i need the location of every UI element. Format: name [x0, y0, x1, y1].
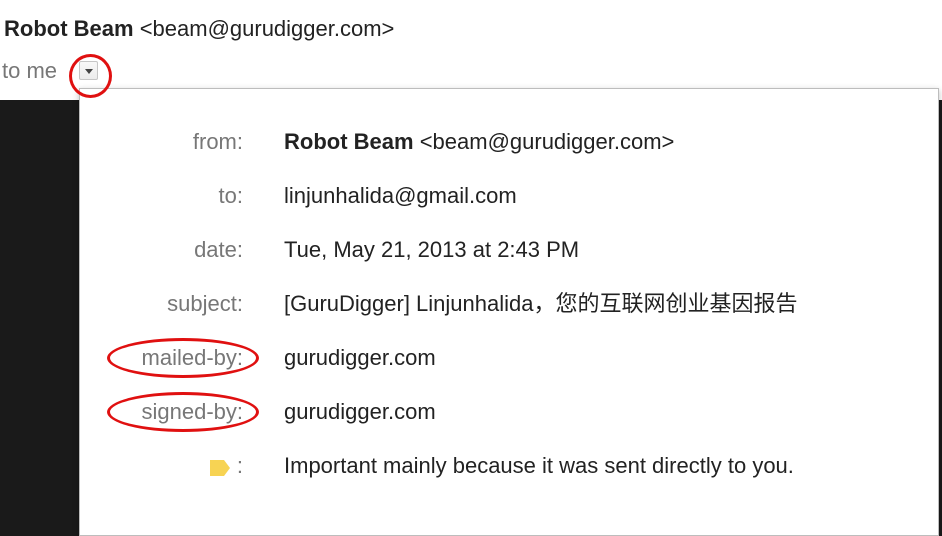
from-value: Robot Beam <beam@gurudigger.com> — [284, 127, 674, 157]
sender-line: Robot Beam <beam@gurudigger.com> — [4, 16, 394, 42]
date-value: Tue, May 21, 2013 at 2:43 PM — [284, 237, 580, 262]
importance-marker-icon[interactable] — [210, 460, 230, 476]
sender-name: Robot Beam — [4, 16, 134, 41]
recipient-summary: to me — [2, 58, 58, 83]
details-row-mailed-by: mailed-by: gurudigger.com — [80, 343, 940, 373]
mailed-by-value: gurudigger.com — [284, 345, 436, 370]
details-row-signed-by: signed-by: gurudigger.com — [80, 397, 940, 427]
details-row-to: to: linjunhalida@gmail.com — [80, 181, 940, 211]
to-label: to: — [218, 183, 243, 208]
from-name: Robot Beam — [284, 129, 414, 154]
signed-by-value: gurudigger.com — [284, 399, 436, 424]
chevron-down-icon — [85, 69, 93, 74]
from-label: from: — [192, 129, 243, 154]
details-row-subject: subject: [GuruDigger] Linjunhalida，您的互联网… — [80, 289, 940, 319]
sender-email: <beam@gurudigger.com> — [139, 16, 395, 41]
importance-colon: : — [236, 453, 243, 478]
subject-value: [GuruDigger] Linjunhalida，您的互联网创业基因报告 — [284, 291, 798, 316]
importance-value: Important mainly because it was sent dir… — [284, 453, 794, 478]
show-details-button[interactable] — [79, 61, 98, 80]
date-label: date: — [194, 237, 243, 262]
details-row-date: date: Tue, May 21, 2013 at 2:43 PM — [80, 235, 940, 265]
subject-label: subject: — [167, 291, 243, 316]
message-details-popup: from: Robot Beam <beam@gurudigger.com> t… — [79, 88, 939, 536]
to-value: linjunhalida@gmail.com — [284, 183, 517, 208]
from-email: <beam@gurudigger.com> — [419, 129, 675, 154]
signed-by-label: signed-by: — [141, 399, 243, 424]
details-row-from: from: Robot Beam <beam@gurudigger.com> — [80, 127, 940, 157]
mailed-by-label: mailed-by: — [141, 345, 243, 370]
details-row-importance: : Important mainly because it was sent d… — [80, 451, 940, 481]
